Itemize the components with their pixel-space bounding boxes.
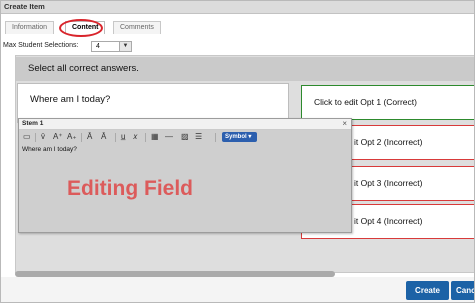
italic-icon[interactable]: 𝑥 [133,132,137,142]
editor-title: Stem 1 [22,120,44,127]
max-selections-label: Max Student Selections: [3,42,79,49]
close-icon[interactable]: × [342,119,347,128]
editing-field-annotation: Editing Field [67,177,193,200]
underline-icon[interactable]: u̲ [121,132,125,142]
question-text: Where am I today? [30,94,111,105]
editor-toolbar: ▭ v̄ A⁺ A₊ Ā Ā u̲ 𝑥 ▦ — ▨ ☰ Symbol ▾ [19,131,351,144]
tab-comments[interactable]: Comments [113,21,161,34]
editor-text-area[interactable]: Where am I today? [22,146,77,153]
vector-icon[interactable]: v̄ [41,132,45,142]
max-selections-select[interactable]: 4 ▼ [91,41,132,52]
line-icon[interactable]: — [165,132,173,142]
instruction-bar: Select all correct answers. [16,57,474,81]
cancel-button[interactable]: Canc [451,281,474,300]
toolbar-separator [145,133,146,142]
option-3-label: it Opt 3 (Incorrect) [354,178,423,188]
chevron-down-icon[interactable]: ▼ [119,42,131,51]
image-icon[interactable]: ▨ [181,132,189,142]
toolbar-separator [215,133,216,142]
table-icon[interactable]: ▦ [151,132,159,142]
symbol-button[interactable]: Symbol ▾ [222,132,257,142]
tab-information[interactable]: Information [5,21,55,34]
tab-content[interactable]: Content [65,21,106,34]
tab-bar: Information Content Comments [1,19,474,37]
option-1-label: Click to edit Opt 1 (Correct) [314,97,417,107]
list-icon[interactable]: ☰ [195,132,202,142]
create-button[interactable]: Create [406,281,449,300]
editor-header: Stem 1 × [19,119,351,130]
toolbar-separator [115,133,116,142]
option-1[interactable]: Click to edit Opt 1 (Correct) [301,85,474,120]
option-2-label: it Opt 2 (Incorrect) [354,137,423,147]
question-stem[interactable]: Where am I today? [17,83,289,123]
title-bar: Create Item [1,1,474,14]
vector-arrow-icon[interactable]: Ā [101,132,106,142]
toolbar-separator [81,133,82,142]
instruction-text: Select all correct answers. [28,63,139,74]
toolbar-separator [35,133,36,142]
superscript-icon[interactable]: A⁺ [53,132,63,142]
overline-icon[interactable]: Ā [87,132,92,142]
window-title: Create Item [4,2,45,11]
create-item-window: Create Item Information Content Comments… [0,0,475,303]
subscript-icon[interactable]: A₊ [67,132,77,142]
document-icon[interactable]: ▭ [23,132,31,142]
footer-bar: Create Canc [1,277,474,302]
max-selections-value: 4 [96,43,100,50]
editor-popup: Stem 1 × ▭ v̄ A⁺ A₊ Ā Ā u̲ 𝑥 ▦ — ▨ ☰ Sym… [18,118,352,233]
option-4-label: it Opt 4 (Incorrect) [354,216,423,226]
